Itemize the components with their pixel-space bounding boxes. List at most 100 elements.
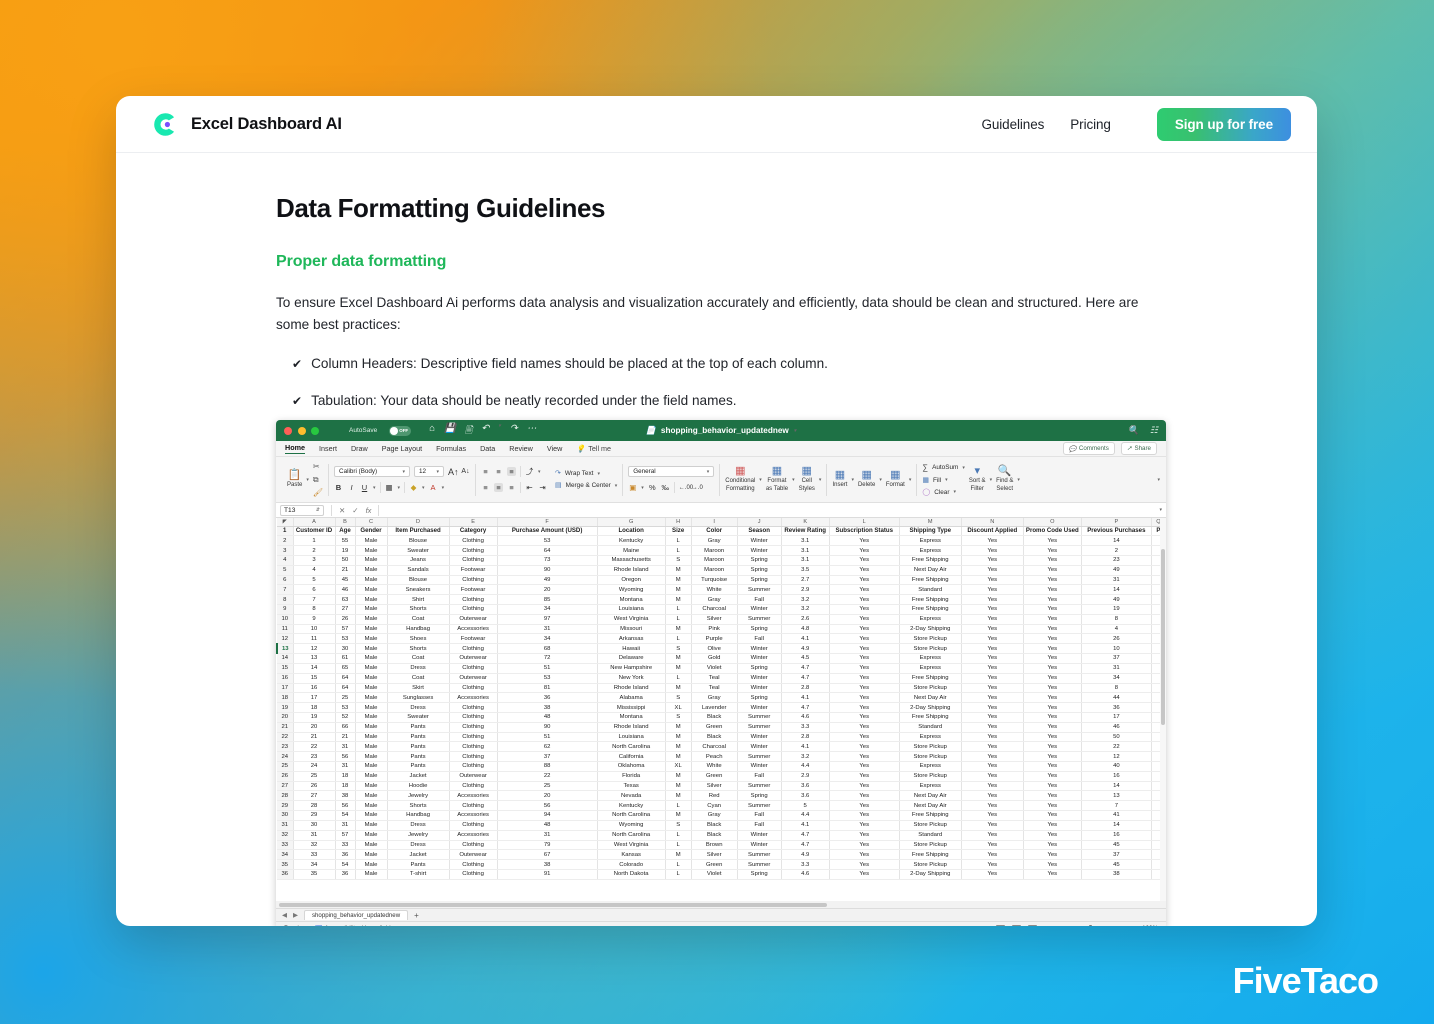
grid-cell[interactable]: 53 [497, 535, 598, 547]
grid-cell[interactable]: Yes [829, 653, 900, 664]
column-header-b[interactable]: B [335, 518, 356, 527]
column-header-g[interactable]: G [597, 518, 666, 527]
window-controls[interactable] [284, 426, 319, 435]
grid-cell[interactable]: Fall [737, 771, 782, 782]
grid-cell[interactable]: Gray [691, 594, 738, 605]
grid-cell[interactable]: Male [355, 712, 388, 723]
delete-cells-caret-icon[interactable]: ▾ [879, 477, 882, 483]
grid-cell[interactable]: Yes [1023, 859, 1082, 870]
grid-cell[interactable]: Free Shipping [899, 849, 962, 861]
grid-cell[interactable]: 3.2 [781, 751, 830, 762]
grid-cell[interactable]: Delaware [597, 653, 666, 664]
grid-cell[interactable]: Male [355, 869, 388, 880]
grid-cell[interactable]: Rhode Island [597, 683, 666, 694]
grid-cell[interactable]: Summer [737, 859, 782, 870]
grid-cell[interactable]: Shoes [387, 633, 450, 645]
row-header[interactable]: 30 [277, 810, 294, 821]
grid-cell[interactable]: 25 [335, 692, 356, 704]
grid-cell[interactable]: 31 [497, 624, 598, 635]
grid-cell[interactable]: Yes [829, 820, 900, 831]
grid-cell[interactable]: 45 [1081, 840, 1152, 851]
grid-cell[interactable]: Yes [1023, 790, 1082, 802]
grid-cell[interactable]: Winter [737, 653, 782, 664]
grid-cell[interactable]: Yes [829, 702, 900, 713]
fill-color-caret-icon[interactable]: ▾ [422, 485, 425, 491]
grid-cell[interactable]: Winter [737, 535, 782, 547]
grid-cell[interactable]: North Dakota [597, 869, 666, 880]
sort-filter-caret-icon[interactable]: ▾ [990, 477, 993, 483]
grid-cell[interactable]: Free Shipping [899, 575, 962, 586]
grid-cell[interactable]: XL [665, 761, 692, 772]
grid-cell[interactable]: M [665, 732, 692, 743]
grid-cell[interactable]: Spring [737, 555, 782, 566]
grid-cell[interactable]: Yes [829, 869, 900, 880]
grid-cell[interactable]: Lavender [691, 702, 738, 713]
find-select-caret-icon[interactable]: ▾ [1017, 477, 1020, 483]
grid-cell[interactable]: Clothing [449, 732, 498, 743]
grid-cell[interactable]: Outerwear [449, 653, 498, 664]
column-header-p[interactable]: P [1081, 518, 1152, 527]
increase-indent-icon[interactable]: ⇥ [538, 483, 547, 492]
grid-cell[interactable]: Yes [829, 810, 900, 821]
grid-cell[interactable]: Male [355, 741, 388, 753]
comma-style-button[interactable]: ‰ [661, 483, 670, 492]
row-header[interactable]: 25 [277, 761, 294, 772]
grid-cell[interactable]: L [665, 800, 692, 812]
grid-cell[interactable]: M [665, 663, 692, 674]
currency-caret-icon[interactable]: ▾ [641, 485, 644, 491]
grid-cell[interactable]: S [665, 555, 692, 566]
grid-cell[interactable]: Yes [961, 575, 1024, 586]
grid-cell[interactable]: 30 [293, 820, 336, 831]
grid-cell[interactable]: Yes [961, 535, 1024, 547]
grid-cell[interactable]: 20 [293, 722, 336, 733]
grid-cell[interactable]: Maroon [691, 555, 738, 566]
grid-cell[interactable]: Winter [737, 741, 782, 753]
grid-cell[interactable]: Express [899, 761, 962, 772]
grid-cell[interactable]: 88 [497, 761, 598, 772]
grid-cell[interactable]: White [691, 584, 738, 596]
grid-cell[interactable]: Black [691, 712, 738, 723]
grid-cell[interactable]: Yes [1023, 604, 1082, 615]
grid-cell[interactable]: Yes [829, 594, 900, 605]
zoom-out-button[interactable]: − [1044, 925, 1048, 926]
grid-cell[interactable]: Skirt [387, 683, 450, 694]
grid-cell[interactable]: Florida [597, 771, 666, 782]
grid-cell[interactable]: Pants [387, 732, 450, 743]
grid-cell[interactable]: 3.1 [781, 555, 830, 566]
borders-caret-icon[interactable]: ▾ [398, 485, 401, 491]
grid-cell[interactable]: 21 [335, 565, 356, 576]
grid-cell[interactable]: West Virginia [597, 614, 666, 625]
row-header[interactable]: 23 [277, 741, 294, 753]
grid-cell[interactable]: 51 [497, 732, 598, 743]
grid-cell[interactable]: 38 [335, 790, 356, 802]
grid-cell[interactable]: 40 [1081, 761, 1152, 772]
fx-icon[interactable]: fx [366, 506, 372, 515]
grid-cell[interactable]: Male [355, 663, 388, 674]
grid-cell[interactable]: Standard [899, 584, 962, 596]
grid-cell[interactable]: 4.7 [781, 830, 830, 841]
grid-cell[interactable]: 4.1 [781, 633, 830, 645]
grid-cell[interactable]: Location [597, 526, 666, 537]
format-as-table-caret-icon[interactable]: ▾ [792, 477, 795, 483]
grid-cell[interactable]: Male [355, 702, 388, 713]
grid-cell[interactable]: 64 [497, 545, 598, 556]
grid-cell[interactable]: 81 [497, 683, 598, 694]
row-header[interactable]: 17 [277, 683, 294, 694]
grid-cell[interactable]: L [665, 535, 692, 547]
grid-cell[interactable]: 12 [1081, 751, 1152, 762]
share-button[interactable]: ➚ Share [1120, 442, 1157, 455]
grid-cell[interactable]: Summer [737, 712, 782, 723]
column-header-l[interactable]: L [829, 518, 900, 527]
grid-cell[interactable]: 14 [1081, 781, 1152, 792]
grid-cell[interactable]: 36 [1081, 702, 1152, 713]
grid-cell[interactable]: Yes [1023, 624, 1082, 635]
grid-cell[interactable]: Pink [691, 624, 738, 635]
grid-cell[interactable]: North Carolina [597, 741, 666, 753]
grid-cell[interactable]: 19 [293, 712, 336, 723]
grid-cell[interactable]: Subscription Status [829, 526, 900, 537]
grid-cell[interactable]: Gold [691, 653, 738, 664]
grid-cell[interactable]: 18 [335, 781, 356, 792]
grid-cell[interactable]: Yes [961, 722, 1024, 733]
grid-cell[interactable]: 3 [293, 555, 336, 566]
grid-cell[interactable]: Maine [597, 545, 666, 556]
